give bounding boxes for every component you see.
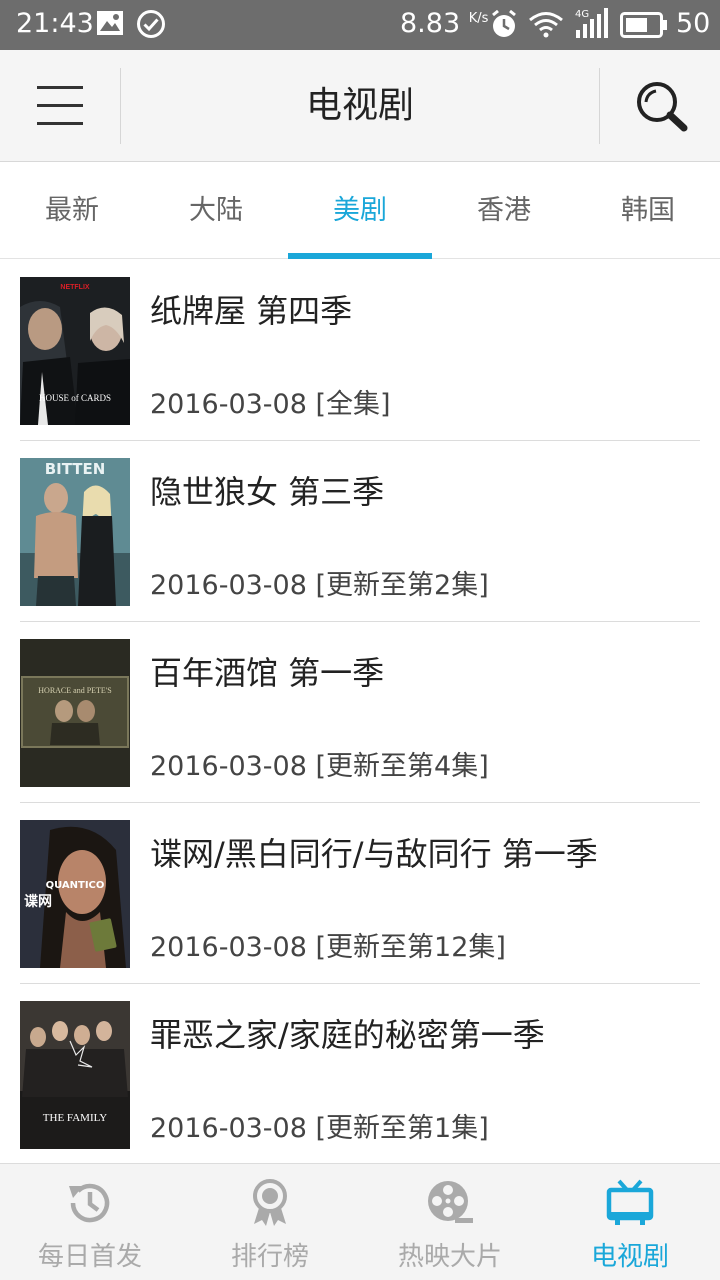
tab-hongkong[interactable]: 香港 (432, 163, 576, 259)
image-icon (96, 10, 124, 40)
drama-title: 隐世狼女 第三季 (150, 473, 385, 511)
poster-subtitle: 谍网 (24, 893, 52, 910)
check-circle-icon (136, 9, 166, 43)
tab-mainland[interactable]: 大陆 (144, 163, 288, 259)
drama-title: 百年酒馆 第一季 (150, 654, 385, 692)
poster-label: NETFLIX (60, 284, 89, 291)
poster-title: HOUSE of CARDS (39, 393, 111, 403)
poster-image: QUANTICO 谍网 (20, 820, 130, 968)
signal-icon: 4G (572, 6, 612, 44)
drama-meta: 2016-03-08 [更新至第4集] (150, 751, 489, 782)
tab-latest[interactable]: 最新 (0, 163, 144, 259)
alarm-icon (490, 9, 518, 44)
tv-icon (606, 1179, 654, 1225)
nav-tv-series[interactable]: 电视剧 (540, 1164, 720, 1280)
battery-icon (620, 12, 668, 42)
menu-icon (37, 86, 83, 125)
history-icon (69, 1183, 110, 1223)
page-title: 电视剧 (305, 85, 414, 126)
nav-label: 每日首发 (37, 1242, 142, 1272)
nav-daily-releases[interactable]: 每日首发 (0, 1164, 180, 1280)
poster-title: BITTEN (45, 460, 106, 478)
battery-level: 50 (676, 8, 711, 39)
nav-rankings[interactable]: 排行榜 (180, 1164, 360, 1280)
poster-title: QUANTICO (46, 880, 105, 891)
status-time: 21:43 (16, 8, 94, 39)
drama-list: NETFLIX HOUSE of CARDS 纸牌屋 第四季 2016-03-0… (0, 260, 720, 1165)
app-header: 电视剧 (0, 50, 720, 162)
list-item[interactable]: THE FAMILY 罪恶之家/家庭的秘密第一季 2016-03-08 [更新至… (0, 984, 720, 1165)
poster-title: HORACE and PETE'S (38, 686, 111, 695)
drama-title: 纸牌屋 第四季 (150, 292, 353, 330)
menu-button[interactable] (0, 50, 120, 162)
ribbon-award-icon (253, 1179, 287, 1226)
tab-us-drama[interactable]: 美剧 (288, 163, 432, 259)
nav-label: 热映大片 (397, 1242, 502, 1272)
nav-label: 排行榜 (230, 1242, 309, 1272)
tab-korea[interactable]: 韩国 (576, 163, 720, 259)
film-reel-icon (428, 1181, 473, 1223)
wifi-icon (528, 11, 564, 43)
category-tabs: 最新 大陆 美剧 香港 韩国 (0, 163, 720, 259)
list-item[interactable]: HORACE and PETE'S 百年酒馆 第一季 2016-03-08 [更… (0, 622, 720, 803)
poster-title: THE FAMILY (43, 1112, 107, 1124)
search-button[interactable] (600, 50, 720, 162)
drama-meta: 2016-03-08 [更新至第1集] (150, 1113, 489, 1144)
drama-title: 谍网/黑白同行/与敌同行 第一季 (150, 835, 598, 873)
list-item[interactable]: BITTEN 隐世狼女 第三季 2016-03-08 [更新至第2集] (0, 441, 720, 622)
nav-hot-movies[interactable]: 热映大片 (360, 1164, 540, 1280)
status-bar: 21:43 8.83 K/s 4G 50 (0, 0, 720, 50)
network-type: 4G (575, 9, 589, 20)
poster-image: NETFLIX HOUSE of CARDS (20, 277, 130, 425)
drama-meta: 2016-03-08 [全集] (150, 389, 391, 420)
poster-image: HORACE and PETE'S (20, 639, 130, 787)
poster-image: BITTEN (20, 458, 130, 606)
search-icon (637, 82, 688, 132)
list-item[interactable]: QUANTICO 谍网 谍网/黑白同行/与敌同行 第一季 2016-03-08 … (0, 803, 720, 984)
net-speed: 8.83 K/s (400, 8, 489, 39)
drama-meta: 2016-03-08 [更新至第2集] (150, 570, 489, 601)
nav-label: 电视剧 (590, 1242, 669, 1272)
list-item[interactable]: NETFLIX HOUSE of CARDS 纸牌屋 第四季 2016-03-0… (0, 260, 720, 441)
poster-image: THE FAMILY (20, 1001, 130, 1149)
bottom-nav: 每日首发 排行榜 热映大片 电视剧 (0, 1163, 720, 1280)
drama-title: 罪恶之家/家庭的秘密第一季 (150, 1016, 545, 1054)
drama-meta: 2016-03-08 [更新至第12集] (150, 932, 506, 963)
